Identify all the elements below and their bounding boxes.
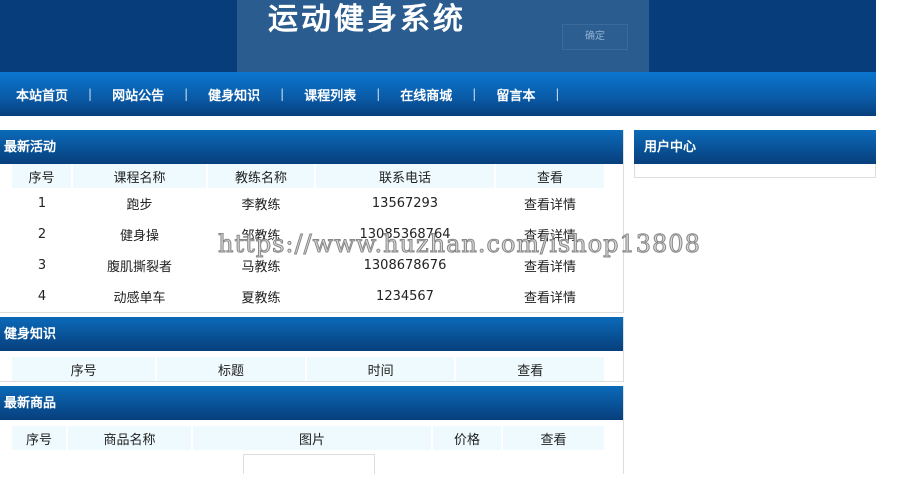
table-cell: 夏教练	[241, 291, 281, 306]
view-details-link[interactable]: 查看详情	[495, 219, 605, 250]
table-cell: 1	[37, 196, 47, 211]
table-cell: 跑步	[126, 198, 153, 213]
nav-announcements[interactable]: 网站公告	[112, 85, 164, 104]
col-header: 序号	[12, 164, 73, 188]
table-cell: 2	[37, 227, 47, 242]
table-cell: 邹教练	[241, 229, 281, 244]
activities-panel: 最新活动 序号 课程名称 教练名称 联系电话 查看 1 跑步 李教练 13567293…	[0, 130, 624, 313]
col-header: 商品名称	[67, 426, 193, 450]
user-center-title: 用户中心	[634, 130, 876, 164]
table-row: 3 腹肌撕裂者 马教练 1308678676 查看详情	[12, 250, 605, 281]
nav-divider: |	[184, 87, 189, 101]
table-row: 2 健身操 邹教练 13085368764 查看详情	[12, 219, 605, 250]
table-cell: 13567293	[371, 196, 439, 211]
main-nav: 本站首页 | 网站公告 | 健身知识 | 课程列表 | 在线商城 | 留言本 |	[0, 72, 876, 116]
view-details-link[interactable]: 查看详情	[495, 250, 605, 281]
nav-guestbook[interactable]: 留言本	[496, 85, 535, 104]
col-header: 标题	[156, 357, 307, 381]
table-cell: 4	[37, 289, 47, 304]
col-header: 序号	[12, 426, 68, 450]
col-header: 教练名称	[207, 164, 316, 188]
table-cell: 1308678676	[363, 258, 447, 273]
main-content: 最新活动 序号 课程名称 教练名称 联系电话 查看 1 跑步 李教练 13567293…	[0, 130, 624, 474]
table-cell: 3	[37, 258, 47, 273]
confirm-button[interactable]: 确定	[562, 24, 628, 50]
col-header: 图片	[192, 426, 433, 450]
view-details-link[interactable]: 查看详情	[495, 188, 605, 219]
nav-shop[interactable]: 在线商城	[400, 85, 452, 104]
table-row: 4 动感单车 夏教练 1234567 查看详情	[12, 281, 605, 312]
col-header: 查看	[455, 357, 606, 381]
table-row: 1 跑步 李教练 13567293 查看详情	[12, 188, 605, 219]
header-banner: 运动健身系统 确定	[0, 0, 876, 72]
col-header: 课程名称	[72, 164, 208, 188]
products-table: 序号 商品名称 图片 价格 查看	[12, 426, 606, 450]
col-header: 联系电话	[315, 164, 496, 188]
knowledge-panel: 健身知识 序号 标题 时间 查看	[0, 317, 624, 382]
table-cell: 健身操	[119, 229, 159, 244]
view-details-link[interactable]: 查看详情	[495, 281, 605, 312]
site-title: 运动健身系统	[268, 2, 466, 37]
col-header: 价格	[432, 426, 503, 450]
user-center-panel: 用户中心	[634, 130, 876, 178]
table-cell: 腹肌撕裂者	[106, 260, 172, 275]
products-title: 最新商品	[0, 386, 623, 420]
table-cell: 马教练	[241, 260, 281, 275]
table-cell: 动感单车	[113, 291, 166, 306]
table-cell: 李教练	[241, 198, 281, 213]
col-header: 查看	[495, 164, 606, 188]
table-cell: 13085368764	[359, 227, 451, 242]
knowledge-title: 健身知识	[0, 317, 623, 351]
nav-divider: |	[280, 87, 285, 101]
nav-home[interactable]: 本站首页	[16, 85, 68, 104]
nav-knowledge[interactable]: 健身知识	[208, 85, 260, 104]
user-center-body	[634, 164, 876, 178]
product-image[interactable]	[243, 454, 375, 474]
knowledge-table: 序号 标题 时间 查看	[12, 357, 606, 381]
col-header: 序号	[12, 357, 158, 381]
activities-table: 序号 课程名称 教练名称 联系电话 查看 1 跑步 李教练 13567293 查看详情 2…	[12, 164, 606, 312]
nav-divider: |	[555, 87, 560, 101]
nav-courses[interactable]: 课程列表	[304, 85, 356, 104]
table-cell: 1234567	[376, 289, 434, 304]
nav-divider: |	[472, 87, 477, 101]
col-header: 时间	[305, 357, 457, 381]
products-panel: 最新商品 序号 商品名称 图片 价格 查看	[0, 386, 624, 474]
col-header: 查看	[502, 426, 606, 450]
nav-divider: |	[88, 87, 93, 101]
nav-divider: |	[376, 87, 381, 101]
activities-title: 最新活动	[0, 130, 623, 164]
